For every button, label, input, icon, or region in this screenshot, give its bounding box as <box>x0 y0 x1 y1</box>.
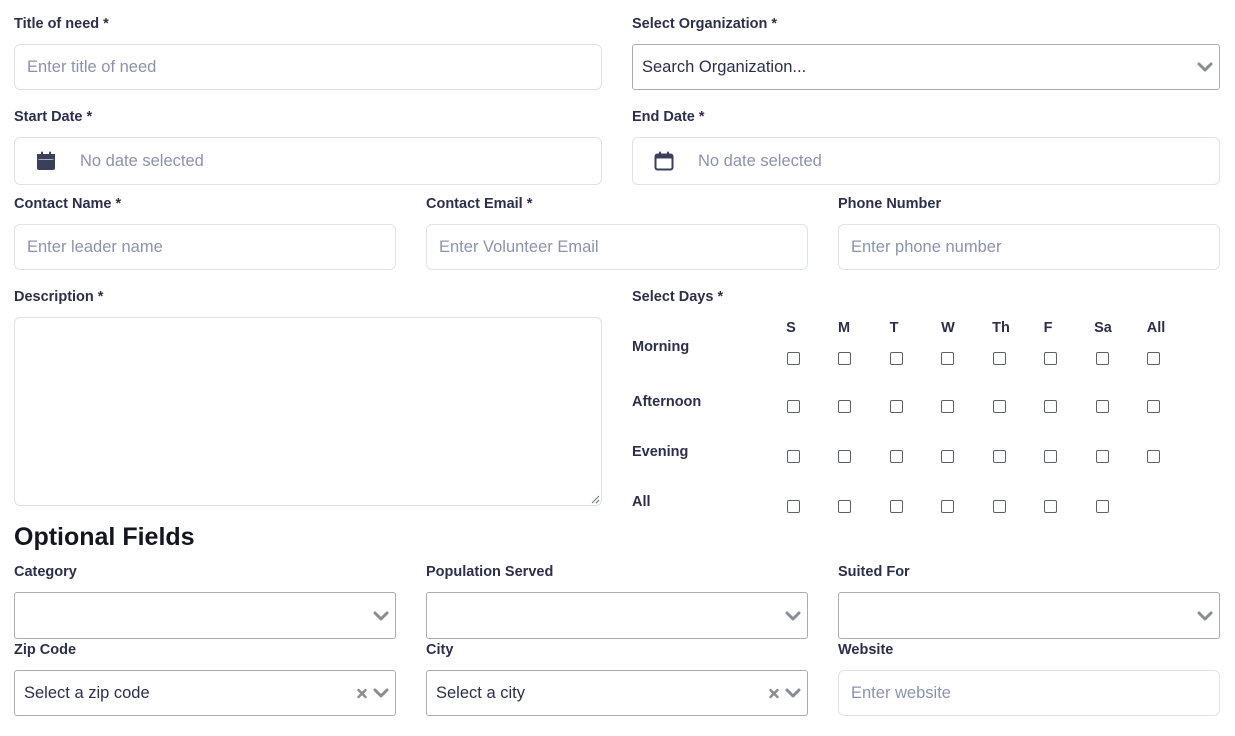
website-label: Website <box>838 642 894 658</box>
contact-email-label: Contact Email * <box>426 196 533 212</box>
end-date-picker[interactable]: No date selected <box>632 137 1220 185</box>
day-header-monday: M <box>837 320 851 336</box>
city-select-value: Select a city <box>436 683 525 702</box>
suited-for-label: Suited For <box>838 564 910 580</box>
checkbox-afternoon-tuesday[interactable] <box>890 400 903 413</box>
select-organization-label: Select Organization * <box>632 16 778 32</box>
checkbox-morning-monday[interactable] <box>838 352 851 365</box>
contact-name-field[interactable] <box>14 224 396 270</box>
checkbox-morning-tuesday[interactable] <box>890 352 903 365</box>
end-date-label: End Date * <box>632 109 705 125</box>
website-field[interactable] <box>838 670 1220 716</box>
day-header-thursday: Th <box>992 320 1010 336</box>
category-label: Category <box>14 564 77 580</box>
checkbox-evening-sunday[interactable] <box>787 450 800 463</box>
checkbox-afternoon-sunday[interactable] <box>787 400 800 413</box>
checkbox-evening-wednesday[interactable] <box>941 450 954 463</box>
checkbox-all-saturday[interactable] <box>1096 500 1109 513</box>
row-label-all: All <box>632 494 651 510</box>
optional-fields-heading: Optional Fields <box>14 523 195 551</box>
chevron-down-icon[interactable] <box>1197 610 1213 622</box>
title-of-need-label: Title of need * <box>14 16 109 32</box>
checkbox-evening-thursday[interactable] <box>993 450 1006 463</box>
contact-name-input[interactable] <box>27 225 395 269</box>
checkbox-all-thursday[interactable] <box>993 500 1006 513</box>
chevron-down-icon[interactable] <box>1197 61 1213 73</box>
description-label: Description * <box>14 289 104 305</box>
checkbox-all-friday[interactable] <box>1044 500 1057 513</box>
population-served-select[interactable] <box>426 592 808 639</box>
select-days-label: Select Days * <box>632 289 724 305</box>
checkbox-evening-saturday[interactable] <box>1096 450 1109 463</box>
row-label-evening: Evening <box>632 444 689 460</box>
phone-number-label: Phone Number <box>838 196 942 212</box>
checkbox-all-tuesday[interactable] <box>890 500 903 513</box>
phone-number-input[interactable] <box>851 225 1219 269</box>
checkbox-evening-friday[interactable] <box>1044 450 1057 463</box>
title-of-need-field[interactable] <box>14 44 602 90</box>
start-date-value: No date selected <box>80 151 204 170</box>
calendar-outline-icon[interactable] <box>653 150 675 172</box>
zip-code-select-value: Select a zip code <box>24 683 150 702</box>
checkbox-morning-saturday[interactable] <box>1096 352 1109 365</box>
checkbox-morning-all[interactable] <box>1147 352 1160 365</box>
zip-code-select[interactable]: Select a zip code <box>14 670 396 716</box>
chevron-down-icon[interactable] <box>785 610 801 622</box>
day-header-tuesday: T <box>889 320 899 336</box>
checkbox-all-sunday[interactable] <box>787 500 800 513</box>
category-select[interactable] <box>14 592 396 639</box>
checkbox-morning-thursday[interactable] <box>993 352 1006 365</box>
chevron-down-icon[interactable] <box>373 610 389 622</box>
checkbox-afternoon-thursday[interactable] <box>993 400 1006 413</box>
checkbox-morning-wednesday[interactable] <box>941 352 954 365</box>
clear-icon[interactable] <box>357 688 367 699</box>
contact-email-input[interactable] <box>439 225 807 269</box>
chevron-down-icon[interactable] <box>785 687 801 699</box>
chevron-down-icon[interactable] <box>373 687 389 699</box>
start-date-label: Start Date * <box>14 109 93 125</box>
organization-select-value: Search Organization... <box>642 57 807 76</box>
calendar-icon[interactable] <box>35 150 57 172</box>
clear-icon[interactable] <box>769 688 779 699</box>
contact-name-label: Contact Name * <box>14 196 122 212</box>
day-header-saturday: Sa <box>1094 320 1112 336</box>
checkbox-all-wednesday[interactable] <box>941 500 954 513</box>
title-of-need-input[interactable] <box>27 45 601 89</box>
start-date-picker[interactable]: No date selected <box>14 137 602 185</box>
day-header-sunday: S <box>786 320 796 336</box>
day-header-wednesday: W <box>941 320 955 336</box>
checkbox-afternoon-saturday[interactable] <box>1096 400 1109 413</box>
row-label-afternoon: Afternoon <box>632 394 702 410</box>
checkbox-morning-sunday[interactable] <box>787 352 800 365</box>
city-label: City <box>426 642 454 658</box>
zip-code-label: Zip Code <box>14 642 77 658</box>
checkbox-afternoon-monday[interactable] <box>838 400 851 413</box>
population-served-label: Population Served <box>426 564 554 580</box>
day-header-all: All <box>1146 320 1166 336</box>
checkbox-afternoon-all[interactable] <box>1147 400 1160 413</box>
checkbox-afternoon-wednesday[interactable] <box>941 400 954 413</box>
row-label-morning: Morning <box>632 339 690 355</box>
checkbox-all-monday[interactable] <box>838 500 851 513</box>
end-date-value: No date selected <box>698 151 822 170</box>
website-input[interactable] <box>851 671 1219 715</box>
resize-handle-icon[interactable] <box>590 494 600 504</box>
checkbox-afternoon-friday[interactable] <box>1044 400 1057 413</box>
contact-email-field[interactable] <box>426 224 808 270</box>
checkbox-evening-tuesday[interactable] <box>890 450 903 463</box>
description-textarea[interactable] <box>14 317 602 506</box>
suited-for-select[interactable] <box>838 592 1220 639</box>
day-header-friday: F <box>1043 320 1053 336</box>
checkbox-morning-friday[interactable] <box>1044 352 1057 365</box>
organization-select[interactable]: Search Organization... <box>632 44 1220 90</box>
phone-number-field[interactable] <box>838 224 1220 270</box>
checkbox-evening-all[interactable] <box>1147 450 1160 463</box>
city-select[interactable]: Select a city <box>426 670 808 716</box>
checkbox-evening-monday[interactable] <box>838 450 851 463</box>
